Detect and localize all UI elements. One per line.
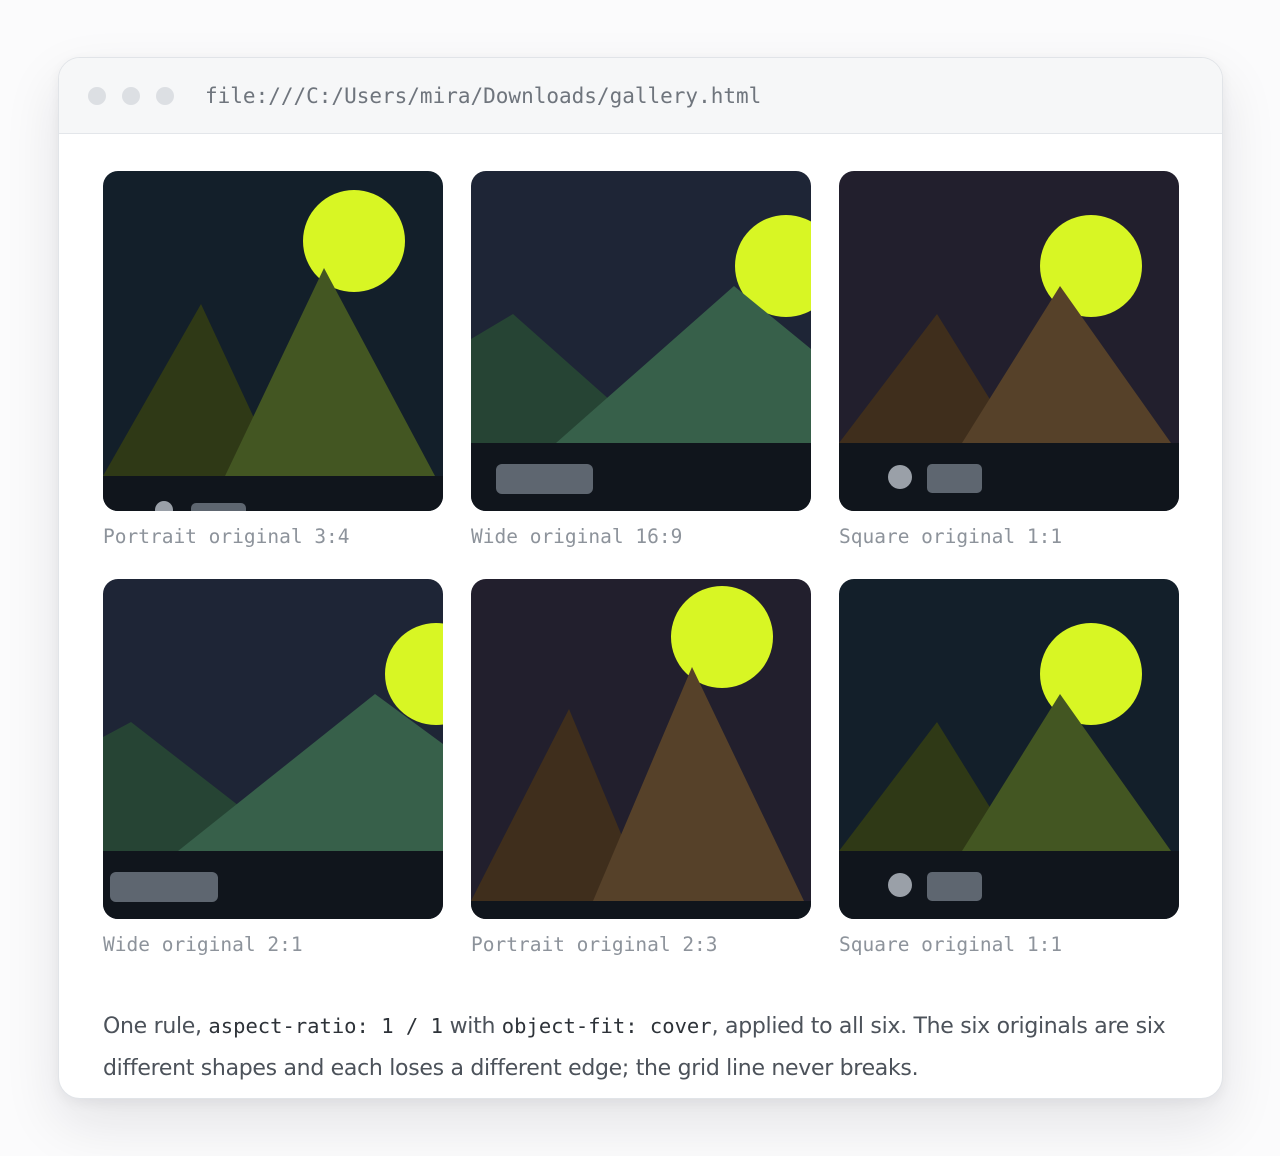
description-text: with: [442, 1014, 502, 1039]
gallery-thumbnail-2[interactable]: [471, 171, 811, 511]
gallery-caption-6: Square original 1:1: [839, 933, 1063, 956]
description-paragraph: One rule, aspect-ratio: 1 / 1 with objec…: [103, 1005, 1183, 1090]
gallery-caption-5: Portrait original 2:3: [471, 933, 718, 956]
landscape-image: [839, 579, 1179, 919]
browser-titlebar: file:///C:/Users/mira/Downloads/gallery.…: [59, 58, 1222, 134]
landscape-image: [471, 171, 811, 511]
browser-window: file:///C:/Users/mira/Downloads/gallery.…: [58, 57, 1223, 1099]
code-aspect-ratio: aspect-ratio: 1 / 1: [208, 1014, 443, 1038]
landscape-image: [471, 579, 811, 919]
landscape-image: [103, 579, 443, 919]
gallery-thumbnail-4[interactable]: [103, 579, 443, 919]
gallery-thumbnail-5[interactable]: [471, 579, 811, 919]
description-text: One rule,: [103, 1014, 209, 1039]
window-control-maximize[interactable]: [156, 87, 174, 105]
gallery-caption-1: Portrait original 3:4: [103, 525, 350, 548]
code-object-fit: object-fit: cover: [501, 1014, 712, 1038]
gallery-thumbnail-1[interactable]: [103, 171, 443, 511]
landscape-image: [103, 171, 443, 511]
gallery-caption-2: Wide original 16:9: [471, 525, 683, 548]
address-bar[interactable]: file:///C:/Users/mira/Downloads/gallery.…: [205, 82, 761, 110]
gallery-caption-4: Wide original 2:1: [103, 933, 303, 956]
gallery-thumbnail-3[interactable]: [839, 171, 1179, 511]
gallery-thumbnail-6[interactable]: [839, 579, 1179, 919]
gallery-caption-3: Square original 1:1: [839, 525, 1063, 548]
window-control-close[interactable]: [88, 87, 106, 105]
window-control-minimize[interactable]: [122, 87, 140, 105]
landscape-image: [839, 171, 1179, 511]
